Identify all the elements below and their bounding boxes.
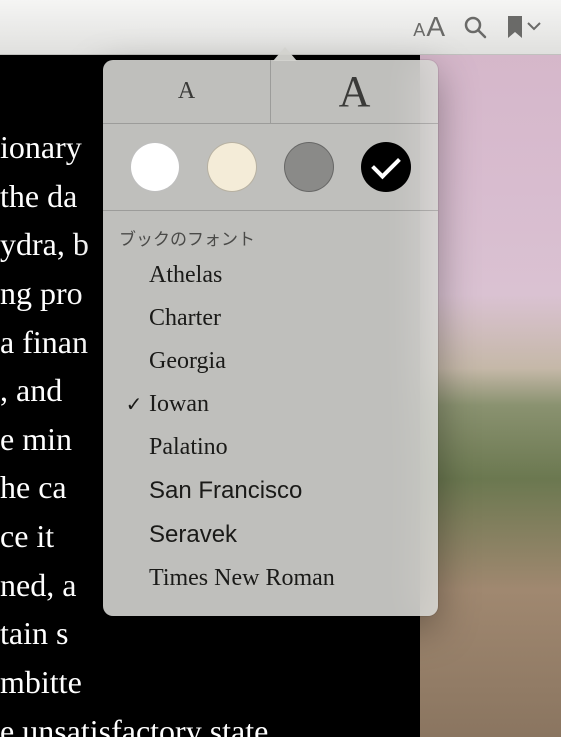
theme-black[interactable] (361, 142, 411, 192)
font-label: Iowan (149, 391, 209, 418)
font-label: Athelas (149, 262, 222, 289)
bookmark-button[interactable] (505, 14, 541, 40)
chevron-down-icon (527, 18, 541, 36)
theme-white[interactable] (130, 142, 180, 192)
appearance-button[interactable]: A A (413, 11, 445, 43)
font-option-san-francisco[interactable]: San Francisco (103, 469, 438, 513)
font-label: Seravek (149, 521, 237, 549)
font-label: Georgia (149, 348, 226, 375)
font-option-palatino[interactable]: Palatino (103, 426, 438, 469)
font-option-charter[interactable]: Charter (103, 297, 438, 340)
theme-gray[interactable] (284, 142, 334, 192)
small-a-icon: A (413, 20, 425, 41)
theme-row (103, 124, 438, 211)
search-button[interactable] (463, 15, 487, 39)
font-label: Palatino (149, 434, 228, 461)
font-size-row: A A (103, 60, 438, 124)
font-option-iowan[interactable]: ✓Iowan (103, 383, 438, 426)
font-option-georgia[interactable]: Georgia (103, 340, 438, 383)
font-section: ブックのフォント AthelasCharterGeorgia✓IowanPala… (103, 211, 438, 616)
increase-font-button[interactable]: A (271, 60, 438, 123)
font-option-seravek[interactable]: Seravek (103, 513, 438, 557)
checkmark-icon: ✓ (119, 392, 149, 417)
font-label: Times New Roman (149, 565, 335, 592)
bookmark-icon (505, 14, 525, 40)
search-icon (463, 15, 487, 39)
font-label: Charter (149, 305, 221, 332)
theme-sepia[interactable] (207, 142, 257, 192)
font-option-athelas[interactable]: Athelas (103, 254, 438, 297)
font-label: San Francisco (149, 477, 302, 505)
popover-arrow (273, 47, 297, 61)
appearance-popover: A A ブックのフォント AthelasCharterGeorgia✓Iowan… (103, 60, 438, 616)
font-section-header: ブックのフォント (103, 219, 438, 254)
font-option-times-new-roman[interactable]: Times New Roman (103, 557, 438, 600)
decrease-font-button[interactable]: A (103, 60, 271, 123)
big-a-icon: A (426, 11, 445, 43)
font-list: AthelasCharterGeorgia✓IowanPalatinoSan F… (103, 254, 438, 600)
